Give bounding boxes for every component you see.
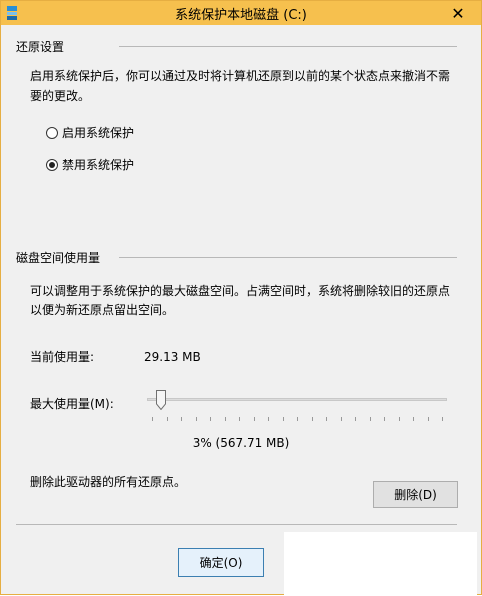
- disk-description-line1: 可以调整用于系统保护的最大磁盘空间。占满空间时，系统将删除较旧的还原点: [30, 284, 451, 298]
- max-usage-readout: 3% (567.71 MB): [192, 436, 290, 450]
- slider-tick: [355, 417, 356, 421]
- slider-thumb[interactable]: [155, 390, 166, 410]
- footer-divider: [16, 524, 457, 525]
- blank-overlay-area: [284, 532, 477, 596]
- slider-tick: [311, 417, 313, 421]
- delete-button[interactable]: 删除(D): [373, 481, 458, 508]
- radio-disable-label[interactable]: 禁用系统保护: [62, 155, 134, 175]
- radio-disable-circle[interactable]: [46, 159, 58, 171]
- slider-tick: [268, 417, 269, 421]
- slider-tick: [427, 417, 429, 421]
- current-usage-value: 29.13 MB: [144, 350, 201, 364]
- window-title: 系统保护本地磁盘 (C:): [175, 8, 307, 23]
- slider-tick: [326, 417, 327, 421]
- title-bar[interactable]: 系统保护本地磁盘 (C:) ✕: [1, 1, 481, 25]
- slider-tick: [442, 417, 443, 421]
- radio-enable-label[interactable]: 启用系统保护: [62, 123, 134, 143]
- slider-tick: [224, 417, 226, 421]
- disk-description-line2: 以便为新还原点留出空间。: [30, 303, 175, 317]
- slider-tick: [369, 417, 371, 421]
- restore-section-divider: [119, 46, 457, 47]
- close-button[interactable]: ✕: [435, 1, 481, 25]
- slider-tick: [239, 417, 240, 421]
- slider-tick: [413, 417, 414, 421]
- slider-tick: [253, 417, 255, 421]
- disk-section-divider: [119, 257, 457, 258]
- dialog-window: 系统保护本地磁盘 (C:) ✕ 还原设置 启用系统保护后，你可以通过及时将计算机…: [0, 0, 482, 596]
- max-usage-label: 最大使用量(M):: [30, 397, 114, 411]
- restore-section-title: 还原设置: [16, 40, 65, 54]
- restore-description-line1: 启用系统保护后，你可以通过及时将计算机还原到以前的某个状态点来撤消不需: [30, 69, 451, 83]
- slider-tick: [398, 417, 400, 421]
- slider-tick: [340, 417, 342, 421]
- slider-tick: [210, 417, 211, 421]
- slider-tick: [282, 417, 284, 421]
- slider-tick: [195, 417, 197, 421]
- slider-tick: [166, 417, 168, 421]
- slider-tick: [297, 417, 298, 421]
- restore-description-line2: 要的更改。: [30, 89, 91, 103]
- disk-section-title: 磁盘空间使用量: [16, 251, 101, 265]
- slider-track[interactable]: [147, 398, 447, 401]
- slider-tick: [152, 417, 153, 421]
- delete-description: 删除此驱动器的所有还原点。: [30, 475, 187, 489]
- current-usage-label: 当前使用量:: [30, 350, 95, 364]
- slider-tick: [384, 417, 385, 421]
- slider-tick: [181, 417, 182, 421]
- radio-enable-circle[interactable]: [46, 127, 58, 139]
- close-icon: ✕: [451, 3, 465, 23]
- ok-button[interactable]: 确定(O): [178, 548, 264, 577]
